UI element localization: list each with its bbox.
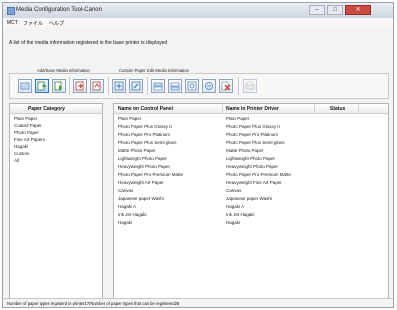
table-cell-control-panel[interactable]: Photo Paper Plus Semi-gloss	[118, 140, 177, 145]
edit-properties-button[interactable]	[202, 79, 216, 93]
table-cell-printer-driver[interactable]: Heavyweight Photo Paper	[226, 164, 278, 169]
window-title: Media Configuration Tool-Canon	[16, 7, 102, 13]
maximize-button[interactable]: □	[327, 5, 343, 15]
toolbar-separator	[108, 77, 109, 95]
menu-item-help[interactable]: ヘルプ	[49, 20, 64, 27]
category-item-plain-paper[interactable]: Plain Paper	[14, 116, 37, 121]
table-cell-control-panel[interactable]: Hagaki	[118, 220, 132, 225]
toolbar	[9, 73, 389, 99]
info-message: A list of the media information register…	[9, 40, 168, 46]
paper-category-panel: Paper Category Plain Paper Coated Paper …	[9, 103, 103, 299]
category-item-hagaki[interactable]: Hagaki	[14, 144, 28, 149]
table-cell-printer-driver[interactable]: Plain Paper	[226, 116, 249, 121]
settings-icon	[187, 81, 197, 91]
close-button[interactable]: ✕	[345, 5, 371, 15]
media-list-icon	[20, 82, 30, 90]
toolbar-separator	[238, 77, 239, 95]
move-up-button[interactable]	[151, 79, 165, 93]
minimize-button[interactable]: –	[309, 5, 325, 15]
print-button[interactable]	[90, 79, 104, 93]
save-media-button[interactable]	[52, 79, 66, 93]
toolbar-separator	[69, 77, 70, 95]
move-down-icon	[170, 82, 180, 91]
category-item-coated-paper[interactable]: Coated Paper	[14, 123, 42, 128]
column-header-control-panel[interactable]: Name on Control Panel	[118, 106, 173, 112]
column-separator[interactable]	[358, 104, 359, 113]
printer-icon	[245, 81, 255, 90]
table-cell-printer-driver[interactable]: Lightweight Photo Paper	[226, 156, 275, 161]
paper-category-title: Paper Category	[28, 106, 65, 112]
table-cell-control-panel[interactable]: Matte Photo Paper	[118, 148, 156, 153]
menu-bar: MCT ファイル ヘルプ	[3, 18, 393, 27]
table-cell-control-panel[interactable]: Photo Paper Pro Premium Matte	[118, 172, 183, 177]
custom-paper-add-button[interactable]	[112, 79, 126, 93]
save-media-icon	[54, 81, 62, 91]
column-separator[interactable]	[222, 104, 223, 113]
table-cell-printer-driver[interactable]: Matte Photo Paper	[226, 148, 264, 153]
table-cell-printer-driver[interactable]: Hagaki A	[226, 204, 244, 209]
table-cell-printer-driver[interactable]: Canvas	[226, 188, 241, 193]
delete-icon	[221, 81, 231, 91]
table-cell-printer-driver[interactable]: Hagaki	[226, 220, 240, 225]
app-icon	[7, 7, 15, 15]
move-down-button[interactable]	[168, 79, 182, 93]
column-header-printer-driver[interactable]: Name in Printer Driver	[226, 106, 279, 112]
table-cell-printer-driver[interactable]: Japanese paper Washi	[226, 196, 272, 201]
media-table: Name on Control Panel Name in Printer Dr…	[113, 103, 389, 299]
custom-paper-add-icon	[114, 81, 124, 91]
table-cell-printer-driver[interactable]: Photo Paper Plus Semi-gloss	[226, 140, 285, 145]
table-cell-control-panel[interactable]: Hagaki A	[118, 204, 136, 209]
menu-item-file[interactable]: ファイル	[23, 20, 43, 27]
menu-item-mct[interactable]: MCT	[7, 20, 18, 26]
edit-properties-icon	[205, 82, 213, 90]
add-media-icon	[37, 81, 46, 91]
category-item-photo-paper[interactable]: Photo Paper	[14, 130, 39, 135]
status-text: Number of paper types registerd in print…	[7, 300, 180, 306]
move-up-icon	[153, 82, 163, 91]
media-table-header: Name on Control Panel Name in Printer Dr…	[114, 104, 388, 114]
table-cell-control-panel[interactable]: Canvas	[118, 188, 133, 193]
custom-paper-edit-icon	[131, 81, 141, 91]
add-media-button[interactable]	[35, 79, 49, 93]
table-cell-control-panel[interactable]: Heavyweight Art Paper	[118, 180, 164, 185]
table-cell-control-panel[interactable]: Heavyweight Photo Paper	[118, 164, 170, 169]
table-cell-control-panel[interactable]: Photo Paper Plus Glossy II	[118, 124, 172, 129]
table-cell-printer-driver[interactable]: Photo Paper Plus Glossy II	[226, 124, 280, 129]
printer-button[interactable]	[243, 79, 257, 93]
table-cell-control-panel[interactable]: Ink Jet Hagaki	[118, 212, 147, 217]
table-cell-printer-driver[interactable]: Photo Paper Pro Platinum	[226, 132, 278, 137]
table-cell-control-panel[interactable]: Japanese paper Washi	[118, 196, 164, 201]
print-icon	[92, 81, 101, 91]
table-cell-control-panel[interactable]: Photo Paper Pro Platinum	[118, 132, 170, 137]
column-header-status[interactable]: Status	[330, 106, 345, 112]
category-item-fine-art-papers[interactable]: Fine Art Papers	[14, 137, 45, 142]
category-item-all[interactable]: All	[14, 158, 19, 163]
column-separator[interactable]	[314, 104, 315, 113]
status-bar: Number of paper types registerd in print…	[3, 298, 393, 307]
app-window: Media Configuration Tool-Canon – □ ✕ MCT…	[2, 2, 394, 308]
toolbar-separator	[147, 77, 148, 95]
export-icon	[75, 81, 84, 91]
table-cell-printer-driver[interactable]: Heavyweight Fine Art Paper	[226, 180, 282, 185]
category-item-custom[interactable]: Custom	[14, 151, 30, 156]
table-cell-printer-driver[interactable]: Photo Paper Pro Premium Matte	[226, 172, 291, 177]
table-cell-printer-driver[interactable]: Ink Jet Hagaki	[226, 212, 255, 217]
settings-button[interactable]	[185, 79, 199, 93]
delete-button[interactable]	[219, 79, 233, 93]
custom-paper-edit-button[interactable]	[129, 79, 143, 93]
title-bar[interactable]: Media Configuration Tool-Canon – □ ✕	[3, 3, 393, 19]
table-cell-control-panel[interactable]: Plain Paper	[118, 116, 141, 121]
export-button[interactable]	[73, 79, 87, 93]
table-cell-control-panel[interactable]: Lightweight Photo Paper	[118, 156, 167, 161]
media-list-button[interactable]	[18, 79, 32, 93]
paper-category-header[interactable]: Paper Category	[10, 104, 102, 114]
